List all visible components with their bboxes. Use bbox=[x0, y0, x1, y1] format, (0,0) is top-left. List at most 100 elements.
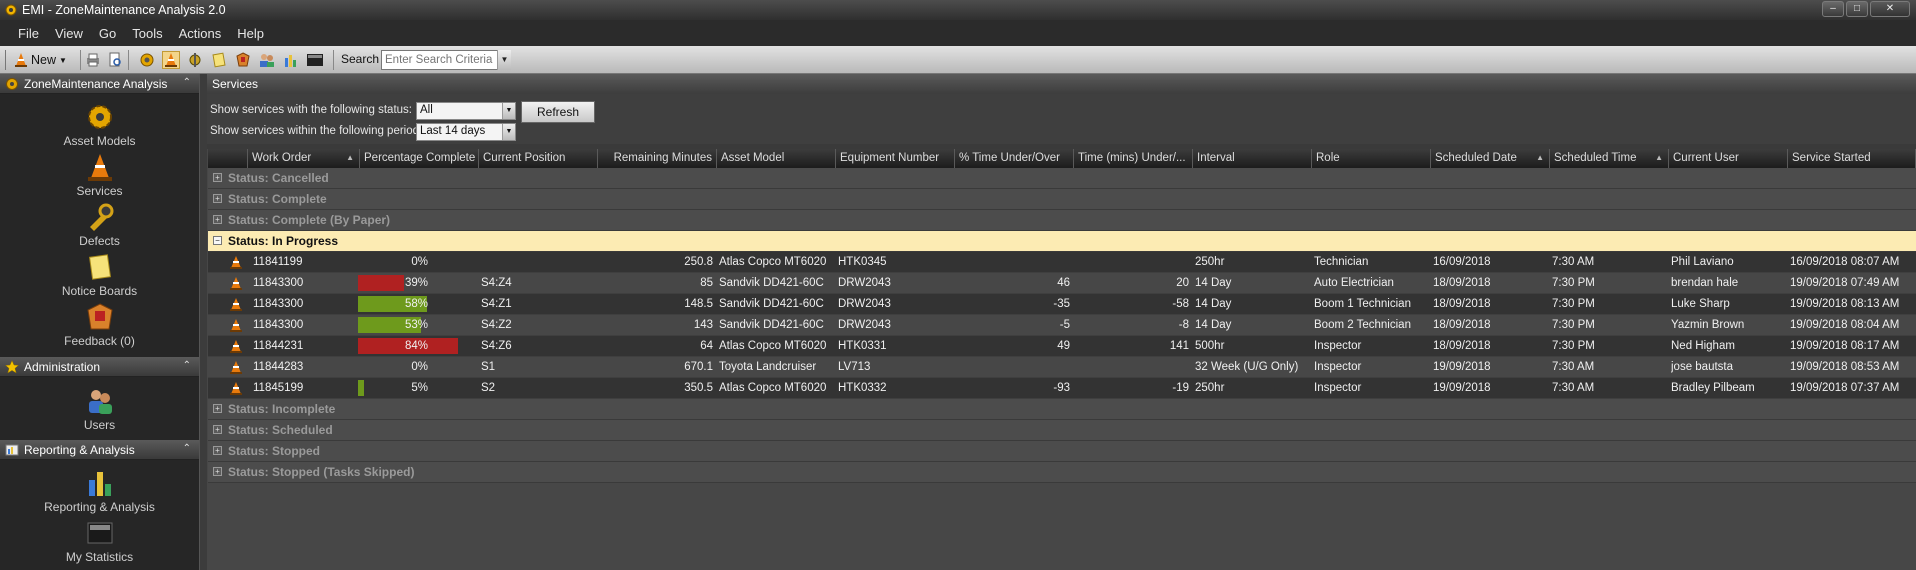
table-row[interactable]: 11841199 0% 250.8 Atlas Copco MT6020 HTK0345… bbox=[208, 252, 1916, 273]
group-row-in-progress[interactable]: − Status: In Progress bbox=[208, 231, 1916, 252]
sidebar-section-administration[interactable]: Administration ⌃ bbox=[0, 357, 199, 377]
column-header-interval[interactable]: Interval bbox=[1193, 149, 1312, 168]
sidebar-item-defects[interactable]: Defects bbox=[0, 202, 199, 248]
menu-view[interactable]: View bbox=[55, 26, 83, 41]
group-row-after-2[interactable]: + Status: Stopped bbox=[208, 441, 1916, 462]
position-cell: S2 bbox=[481, 382, 496, 394]
remaining-cell: 350.5 bbox=[684, 382, 713, 394]
chevron-down-icon: ▼ bbox=[59, 55, 67, 65]
table-row[interactable]: 11843300 53% S4:Z2 143 Sandvik DD421-60C DRW2… bbox=[208, 315, 1916, 336]
service-started-cell: 19/09/2018 07:49 AM bbox=[1790, 277, 1900, 289]
collapse-chevron-icon[interactable]: ⌃ bbox=[183, 77, 191, 88]
menu-file[interactable]: File bbox=[18, 26, 39, 41]
column-header-asset-model[interactable]: Asset Model bbox=[717, 149, 836, 168]
feedback-icon[interactable] bbox=[234, 51, 252, 69]
equipment-cell: HTK0331 bbox=[838, 340, 887, 352]
sidebar-item-notice-boards[interactable]: Notice Boards bbox=[0, 252, 199, 298]
expand-icon[interactable]: + bbox=[213, 215, 222, 224]
column-header-service-started[interactable]: Service Started bbox=[1788, 149, 1916, 168]
sidebar-item-label: My Statistics bbox=[65, 550, 134, 564]
cone-icon bbox=[15, 53, 27, 67]
print-icon[interactable] bbox=[84, 51, 102, 69]
sidebar-item-reporting-analysis[interactable]: Reporting & Analysis bbox=[0, 468, 199, 514]
group-row-1[interactable]: + Status: Complete bbox=[208, 189, 1916, 210]
percentage-text: 84% bbox=[404, 340, 428, 352]
sidebar-section-zonemaintenance[interactable]: ZoneMaintenance Analysis ⌃ bbox=[0, 74, 199, 94]
refresh-button[interactable]: Refresh bbox=[521, 101, 595, 123]
period-filter-select[interactable]: Last 14 days ▼ bbox=[416, 123, 516, 141]
column-header-work-order[interactable]: Work Order ▲ bbox=[248, 149, 360, 168]
collapse-icon[interactable]: − bbox=[213, 236, 222, 245]
time-mins-cell: 141 bbox=[1169, 340, 1189, 352]
menu-go[interactable]: Go bbox=[99, 26, 116, 41]
group-row-0[interactable]: + Status: Cancelled bbox=[208, 168, 1916, 189]
column-header-percentage-complete[interactable]: Percentage Complete bbox=[360, 149, 479, 168]
sidebar-item-users[interactable]: Users bbox=[0, 386, 199, 432]
menu-actions[interactable]: Actions bbox=[179, 26, 222, 41]
sort-asc-icon: ▲ bbox=[1655, 153, 1663, 162]
group-row-after-1[interactable]: + Status: Scheduled bbox=[208, 420, 1916, 441]
statistics-icon[interactable] bbox=[306, 51, 324, 69]
work-order-cell: 11843300 bbox=[253, 298, 304, 310]
note-icon[interactable] bbox=[210, 51, 228, 69]
search-dropdown-chevron-icon[interactable]: ▼ bbox=[497, 50, 511, 70]
column-header-current-user[interactable]: Current User bbox=[1669, 149, 1788, 168]
toolbar-separator bbox=[80, 50, 81, 70]
menu-tools[interactable]: Tools bbox=[132, 26, 162, 41]
expand-icon[interactable]: + bbox=[213, 404, 222, 413]
table-row[interactable]: 11845199 5% S2 350.5 Atlas Copco MT6020 HTK03… bbox=[208, 378, 1916, 399]
expand-icon[interactable]: + bbox=[213, 425, 222, 434]
expand-icon[interactable]: + bbox=[213, 446, 222, 455]
gear-icon bbox=[6, 77, 18, 90]
maximize-button[interactable]: □ bbox=[1846, 1, 1868, 17]
current-user-cell: Luke Sharp bbox=[1671, 298, 1730, 310]
column-header-role[interactable]: Role bbox=[1312, 149, 1431, 168]
settings-icon[interactable] bbox=[186, 51, 204, 69]
gear-icon[interactable] bbox=[138, 51, 156, 69]
column-header-current-position[interactable]: Current Position bbox=[479, 149, 598, 168]
cone-icon[interactable] bbox=[162, 51, 180, 69]
users-icon[interactable] bbox=[258, 51, 276, 69]
time-mins-cell: -19 bbox=[1172, 382, 1189, 394]
close-button[interactable]: ✕ bbox=[1870, 1, 1910, 17]
chart-icon[interactable] bbox=[282, 51, 300, 69]
collapse-chevron-icon[interactable]: ⌃ bbox=[183, 360, 191, 371]
menu-help[interactable]: Help bbox=[237, 26, 264, 41]
preview-icon[interactable] bbox=[106, 51, 124, 69]
table-row[interactable]: 11843300 58% S4:Z1 148.5 Sandvik DD421-60C DR… bbox=[208, 294, 1916, 315]
cone-icon bbox=[230, 277, 242, 290]
column-header-pct-time[interactable]: % Time Under/Over bbox=[955, 149, 1074, 168]
column-header-scheduled-date[interactable]: Scheduled Date ▲ bbox=[1431, 149, 1550, 168]
column-header-scheduled-time[interactable]: Scheduled Time ▲ bbox=[1550, 149, 1669, 168]
sidebar-item-feedback[interactable]: Feedback (0) bbox=[0, 302, 199, 348]
role-cell: Inspector bbox=[1314, 361, 1362, 373]
column-header-time-mins[interactable]: Time (mins) Under/... bbox=[1074, 149, 1193, 168]
expand-icon[interactable]: + bbox=[213, 173, 222, 182]
table-row[interactable]: 11844283 0% S1 670.1 Toyota Landcruiser LV713… bbox=[208, 357, 1916, 378]
sidebar-section-reporting[interactable]: Reporting & Analysis ⌃ bbox=[0, 440, 199, 460]
status-filter-select[interactable]: All ▼ bbox=[416, 102, 516, 120]
search-input[interactable] bbox=[381, 50, 511, 70]
table-row[interactable]: 11843300 39% S4:Z4 85 Sandvik DD421-60C DRW20… bbox=[208, 273, 1916, 294]
scheduled-time-cell: 7:30 PM bbox=[1552, 340, 1595, 352]
search-label: Search bbox=[341, 52, 380, 66]
column-header-remaining-minutes[interactable]: Remaining Minutes bbox=[598, 149, 717, 168]
expand-icon[interactable]: + bbox=[213, 194, 222, 203]
group-row-2[interactable]: + Status: Complete (By Paper) bbox=[208, 210, 1916, 231]
sidebar-item-my-statistics[interactable]: My Statistics bbox=[0, 518, 199, 564]
column-header-label: Scheduled Time bbox=[1554, 152, 1637, 164]
sidebar-item-asset-models[interactable]: Asset Models bbox=[0, 102, 199, 148]
group-row-after-3[interactable]: + Status: Stopped (Tasks Skipped) bbox=[208, 462, 1916, 483]
group-label: Status: Stopped bbox=[228, 444, 320, 458]
group-row-after-0[interactable]: + Status: Incomplete bbox=[208, 399, 1916, 420]
services-grid: Work Order ▲ Percentage Complete Current … bbox=[207, 149, 1916, 570]
position-cell: S4:Z6 bbox=[481, 340, 512, 352]
expand-icon[interactable]: + bbox=[213, 467, 222, 476]
table-row[interactable]: 11844231 84% S4:Z6 64 Atlas Copco MT6020 HTK0… bbox=[208, 336, 1916, 357]
sidebar-item-services[interactable]: Services bbox=[0, 152, 199, 198]
minimize-button[interactable]: – bbox=[1822, 1, 1844, 17]
collapse-chevron-icon[interactable]: ⌃ bbox=[183, 443, 191, 454]
new-button[interactable]: New ▼ bbox=[14, 50, 67, 70]
percentage-text: 0% bbox=[411, 361, 428, 373]
column-header-equipment-number[interactable]: Equipment Number bbox=[836, 149, 955, 168]
